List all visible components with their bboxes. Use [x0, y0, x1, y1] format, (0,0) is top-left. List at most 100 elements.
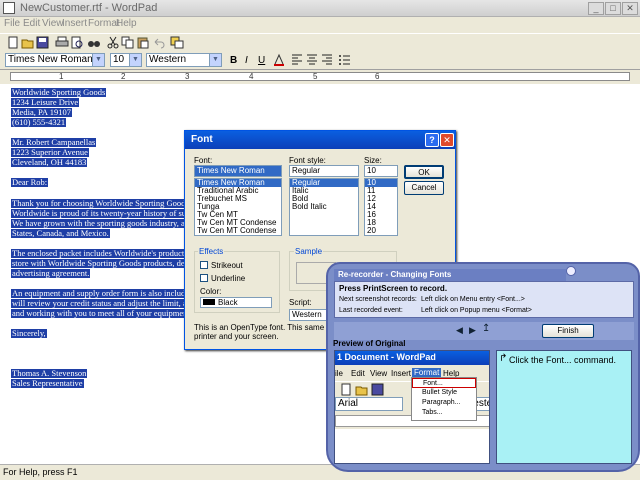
menu-edit[interactable]: Edit — [23, 18, 40, 29]
align-right-icon[interactable] — [320, 53, 334, 66]
new-icon[interactable] — [6, 36, 20, 49]
document-line: Thomas A. Stevenson — [11, 368, 88, 379]
forward-icon[interactable]: ▶ — [469, 325, 476, 336]
document-line: Sales Representative — [11, 378, 84, 389]
ok-button[interactable]: OK — [404, 165, 444, 179]
wordpad-icon — [3, 2, 15, 14]
last-value: Left click on Popup menu <Format> — [421, 307, 532, 314]
font-style-field[interactable]: Regular — [289, 165, 359, 177]
align-left-icon[interactable] — [290, 53, 304, 66]
ruler[interactable]: 1 2 3 4 5 6 — [0, 69, 640, 83]
hint-panel: ↱ Click the Font... command. — [496, 350, 632, 464]
font-name-combo[interactable]: Times New Roman ▼ — [5, 53, 105, 67]
print-preview-icon[interactable] — [70, 36, 84, 49]
maximize-button[interactable]: □ — [605, 2, 621, 15]
finish-button[interactable]: Finish — [542, 324, 594, 338]
redo-icon[interactable]: ↥ — [482, 323, 490, 334]
undo-icon[interactable] — [152, 36, 166, 49]
chevron-down-icon[interactable]: ▼ — [209, 54, 221, 66]
font-size-combo[interactable]: 10 ▼ — [110, 53, 142, 67]
document-line: The enclosed packet includes Worldwide's… — [11, 247, 186, 258]
font-name-field[interactable]: Times New Roman — [194, 165, 282, 177]
recorder-title-bar[interactable]: Re-recorder - Changing Fonts — [334, 269, 566, 281]
size-field[interactable]: 10 — [364, 165, 398, 177]
color-icon[interactable] — [272, 53, 286, 66]
document-line: Thank you for choosing Worldwide Sportin… — [11, 197, 190, 208]
underline-button[interactable]: U — [258, 55, 265, 66]
document-line: and working with you to meet all of your… — [11, 308, 191, 319]
next-label: Next screenshot records: — [339, 296, 417, 303]
recorder-controls: ◀ ▶ ↥ Finish — [334, 322, 634, 340]
font-dialog-title-bar[interactable]: Font ? ✕ — [185, 131, 455, 149]
script-combo[interactable]: Western ▼ — [146, 53, 222, 67]
insert-object-icon[interactable] — [170, 36, 184, 49]
document-line: Worldwide is proud of its twenty-year hi… — [11, 207, 188, 218]
color-swatch — [203, 299, 215, 305]
paste-icon[interactable] — [136, 36, 150, 49]
script-select[interactable]: Western — [289, 309, 329, 321]
underline-checkbox[interactable] — [200, 274, 208, 282]
document-line: advertising agreement. — [11, 267, 91, 278]
popup-item-paragraph: Paragraph... — [422, 399, 461, 406]
size-option[interactable]: 20 — [365, 227, 397, 235]
print-icon[interactable] — [55, 36, 69, 49]
script-value: Western — [149, 54, 187, 65]
font-dialog-close-button[interactable]: ✕ — [440, 133, 454, 147]
popup-item-bullet-style: Bullet Style — [422, 389, 458, 396]
recorder-close-icon[interactable] — [566, 266, 576, 276]
find-icon[interactable] — [87, 36, 101, 49]
menu-view[interactable]: View — [42, 18, 64, 29]
save-icon[interactable] — [36, 36, 50, 49]
menu-help[interactable]: Help — [116, 18, 137, 29]
font-style-list[interactable]: Regular Italic Bold Bold Italic — [289, 178, 359, 236]
status-text: For Help, press F1 — [3, 467, 78, 477]
recorder-title: Re-recorder - Changing Fonts — [338, 270, 452, 279]
size-list[interactable]: 10 11 12 14 16 18 20 — [364, 178, 398, 236]
document-line: (610) 555-4321 — [11, 117, 67, 128]
ruler-mark: 4 — [249, 72, 254, 81]
close-button[interactable]: ✕ — [622, 2, 638, 15]
font-note-2: printer and your screen. — [194, 332, 279, 341]
style-option[interactable]: Bold Italic — [290, 203, 358, 211]
preview-menu-edit: Edit — [351, 369, 365, 378]
title-bar[interactable]: NewCustomer.rtf - WordPad _ □ ✕ — [0, 0, 640, 17]
bullets-icon[interactable] — [337, 53, 351, 66]
script-label: Script: — [289, 298, 312, 307]
document-line: 1234 Leisure Drive — [11, 97, 80, 108]
menu-bar: File Edit View Insert Format Help — [0, 17, 640, 32]
document-line: store with Worldwide Sporting Goods prod… — [11, 257, 189, 268]
minimize-button[interactable]: _ — [588, 2, 604, 15]
back-icon[interactable]: ◀ — [456, 325, 463, 336]
last-label: Last recorded event: — [339, 307, 403, 314]
color-select[interactable]: Black — [200, 297, 272, 308]
italic-button[interactable]: I — [245, 55, 248, 66]
strikeout-label: Strikeout — [211, 261, 243, 270]
menu-format[interactable]: Format — [88, 18, 120, 29]
new-icon — [341, 383, 351, 396]
strikeout-checkbox[interactable] — [200, 261, 208, 269]
chevron-down-icon[interactable]: ▼ — [92, 54, 104, 66]
document-line: Dear Rob: — [11, 177, 49, 188]
open-icon[interactable] — [21, 36, 35, 49]
document-line: We have grown with the sporting goods in… — [11, 217, 186, 228]
font-name-value: Times New Roman — [8, 54, 93, 65]
chevron-down-icon[interactable]: ▼ — [129, 54, 141, 66]
cut-icon[interactable] — [106, 36, 120, 49]
preview-format-popup: Font... Bullet Style Paragraph... Tabs..… — [411, 377, 477, 421]
menu-insert[interactable]: Insert — [62, 18, 87, 29]
cancel-button[interactable]: Cancel — [404, 181, 444, 195]
document-line: Mr. Robert Campanellas — [11, 137, 97, 148]
color-value: Black — [218, 298, 238, 307]
bold-button[interactable]: B — [230, 55, 237, 66]
preview-menu-insert: Insert — [391, 369, 412, 378]
font-option[interactable]: Tw Cen MT Condense — [195, 227, 281, 235]
copy-icon[interactable] — [121, 36, 135, 49]
ruler-mark: 6 — [375, 72, 380, 81]
document-line: 1223 Superior Avenue — [11, 147, 89, 158]
menu-file[interactable]: File — [4, 18, 20, 29]
font-list[interactable]: Times New Roman Traditional Arabic Trebuch… — [194, 178, 282, 236]
help-button[interactable]: ? — [425, 133, 439, 147]
align-center-icon[interactable] — [305, 53, 319, 66]
preview-menu-format: Format — [412, 368, 442, 377]
font-size-value: 10 — [113, 54, 125, 65]
